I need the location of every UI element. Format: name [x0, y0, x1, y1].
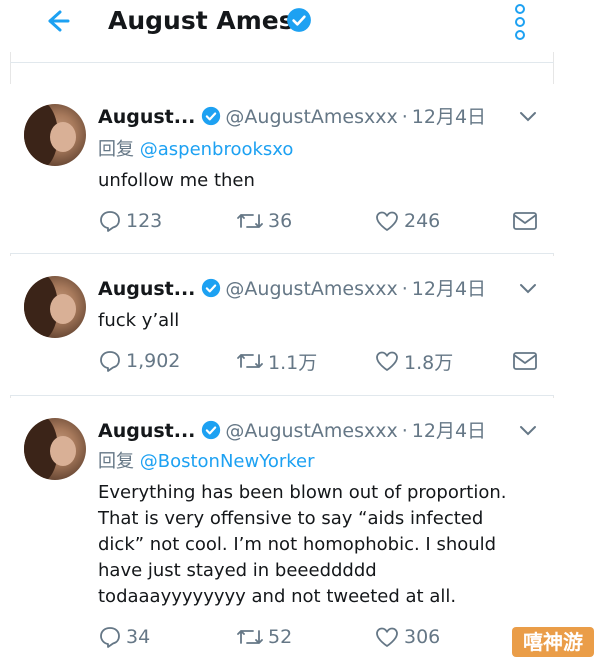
envelope-icon — [513, 352, 537, 370]
reply-button[interactable]: 1,902 — [98, 348, 180, 374]
profile-header: August Ames — [0, 0, 594, 63]
like-button[interactable]: 1.8万 — [374, 348, 453, 374]
like-button[interactable]: 246 — [374, 208, 440, 234]
retweet-button[interactable]: 1.1万 — [236, 348, 317, 374]
tweet-date[interactable]: 12月4日 — [412, 278, 486, 300]
reply-icon — [100, 351, 120, 372]
author-name[interactable]: August... — [98, 278, 195, 300]
avatar[interactable] — [24, 418, 86, 480]
retweet-icon — [237, 214, 263, 228]
tweet-actions: 123 36 246 — [98, 208, 542, 234]
tweet-author-line: August... @AugustAmesxxx · 12月4日 — [98, 418, 486, 444]
like-count: 246 — [404, 210, 441, 232]
author-name[interactable]: August... — [98, 106, 195, 128]
verified-badge-icon — [202, 106, 221, 126]
author-handle[interactable]: @AugustAmesxxx — [225, 278, 397, 300]
tweet-text-line: That is very offensive to say “aids infe… — [98, 508, 484, 529]
tweet-text: unfollow me then — [98, 170, 255, 191]
tweet-text-line: todaaayyyyyyyy and not tweeted at all. — [98, 586, 457, 607]
heart-icon — [376, 351, 398, 371]
header-divider — [10, 62, 554, 63]
tweet-text: Everything has been blown out of proport… — [98, 480, 528, 610]
tweet-date[interactable]: 12月4日 — [412, 420, 486, 442]
like-button[interactable]: 306 — [374, 624, 440, 650]
chevron-down-icon[interactable] — [516, 104, 540, 128]
tweet[interactable]: August... @AugustAmesxxx · 12月4日 fuck y’all… — [10, 256, 554, 396]
reply-icon — [100, 211, 120, 232]
tweet-text: fuck y’all — [98, 310, 180, 331]
separator-dot: · — [401, 278, 408, 300]
reply-count: 123 — [126, 210, 163, 232]
verified-badge-icon — [286, 7, 312, 33]
tweet[interactable]: August... @AugustAmesxxx · 12月4日 回复 @aspenb… — [10, 84, 554, 254]
page-title: August Ames — [108, 6, 294, 35]
author-name[interactable]: August... — [98, 420, 195, 442]
tweet-date[interactable]: 12月4日 — [412, 106, 486, 128]
retweet-count: 36 — [268, 210, 293, 232]
reply-context: 回复 @aspenbrooksxo — [98, 138, 293, 162]
kebab-menu-icon[interactable] — [510, 4, 530, 40]
reply-button[interactable]: 123 — [98, 208, 162, 234]
retweet-icon — [237, 630, 263, 644]
avatar[interactable] — [24, 276, 86, 338]
envelope-icon — [513, 212, 537, 230]
reply-count: 1,902 — [126, 350, 181, 372]
chevron-down-icon[interactable] — [516, 276, 540, 300]
retweet-count: 1.1万 — [268, 351, 318, 374]
direct-message-button[interactable] — [512, 208, 542, 234]
like-count: 1.8万 — [404, 351, 454, 374]
separator-dot: · — [401, 420, 408, 442]
retweet-button[interactable]: 52 — [236, 624, 292, 650]
tweet-text-line: have just stayed in beeeddddd — [98, 560, 377, 581]
avatar[interactable] — [24, 104, 86, 166]
reply-mention-link[interactable]: @aspenbrooksxo — [140, 139, 294, 160]
reply-label: 回复 — [98, 139, 134, 160]
reply-icon — [100, 627, 120, 648]
retweet-icon — [237, 354, 263, 368]
verified-badge-icon — [202, 278, 221, 298]
tweet-author-line: August... @AugustAmesxxx · 12月4日 — [98, 104, 486, 130]
heart-icon — [376, 627, 398, 647]
tweet[interactable]: August... @AugustAmesxxx · 12月4日 回复 @Boston… — [10, 398, 554, 666]
verified-badge-icon — [202, 420, 221, 440]
direct-message-button[interactable] — [512, 348, 542, 374]
tweet-author-line: August... @AugustAmesxxx · 12月4日 — [98, 276, 486, 302]
site-watermark: 嘻神游 — [512, 627, 594, 657]
arrow-left-icon[interactable] — [38, 4, 72, 38]
tweet-text-line: Everything has been blown out of proport… — [98, 482, 507, 503]
author-handle[interactable]: @AugustAmesxxx — [225, 420, 397, 442]
reply-count: 34 — [126, 626, 151, 648]
reply-button[interactable]: 34 — [98, 624, 150, 650]
separator-dot: · — [401, 106, 408, 128]
retweet-button[interactable]: 36 — [236, 208, 292, 234]
like-count: 306 — [404, 626, 441, 648]
chevron-down-icon[interactable] — [516, 418, 540, 442]
tweet-actions: 1,902 1.1万 1.8万 — [98, 348, 542, 374]
reply-label: 回复 — [98, 451, 134, 472]
tweet-text-line: dick” not cool. I’m not homophobic. I sh… — [98, 534, 497, 555]
author-handle[interactable]: @AugustAmesxxx — [225, 106, 397, 128]
heart-icon — [376, 211, 398, 231]
reply-context: 回复 @BostonNewYorker — [98, 450, 315, 474]
retweet-count: 52 — [268, 626, 293, 648]
reply-mention-link[interactable]: @BostonNewYorker — [140, 451, 315, 472]
tweet-actions: 34 52 306 — [98, 624, 542, 650]
